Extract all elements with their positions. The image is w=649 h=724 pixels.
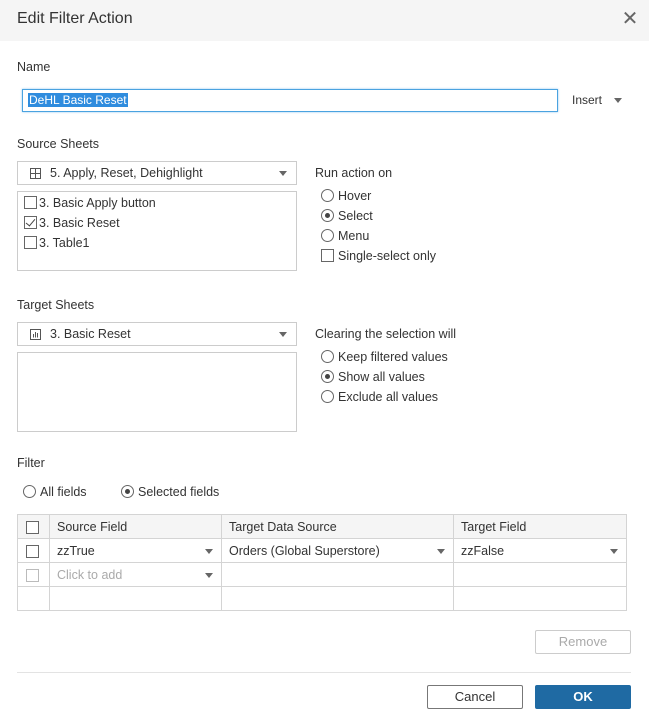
target-sheets-dropdown-value: 3. Basic Reset bbox=[50, 327, 131, 341]
chevron-down-icon bbox=[614, 98, 623, 104]
source-sheets-list: 3. Basic Apply button 3. Basic Reset 3. … bbox=[17, 191, 297, 271]
target-sheets-label: Target Sheets bbox=[17, 298, 95, 312]
remove-button[interactable]: Remove bbox=[535, 630, 631, 654]
radio-button[interactable] bbox=[321, 350, 334, 364]
table-header-row: Source Field Target Data Source Target F… bbox=[17, 514, 627, 539]
target-sheets-dropdown[interactable]: 3. Basic Reset bbox=[17, 322, 297, 346]
radio-button[interactable] bbox=[321, 390, 334, 404]
radio-button-selected[interactable] bbox=[121, 485, 134, 499]
radio-show-all-values[interactable]: Show all values bbox=[321, 369, 425, 384]
row-checkbox[interactable] bbox=[26, 544, 39, 558]
source-sheet-item[interactable]: 3. Basic Reset bbox=[24, 215, 120, 230]
name-input-value: DeHL Basic Reset bbox=[28, 93, 128, 107]
radio-exclude-all-values[interactable]: Exclude all values bbox=[321, 389, 438, 404]
clearing-selection-label: Clearing the selection will bbox=[315, 327, 457, 341]
radio-select[interactable]: Select bbox=[321, 208, 373, 223]
column-header-target-data-source: Target Data Source bbox=[221, 514, 454, 539]
radio-all-fields[interactable]: All fields bbox=[23, 484, 87, 499]
empty-cell bbox=[453, 562, 627, 587]
column-header-target-field: Target Field bbox=[453, 514, 627, 539]
select-all-checkbox[interactable] bbox=[26, 520, 39, 534]
dialog-title-bar: Edit Filter Action ✕ bbox=[0, 0, 649, 41]
radio-selected-fields[interactable]: Selected fields bbox=[121, 484, 219, 499]
bar-chart-icon bbox=[30, 329, 41, 340]
close-icon[interactable]: ✕ bbox=[621, 9, 639, 29]
radio-menu[interactable]: Menu bbox=[321, 228, 369, 243]
click-to-add-cell[interactable]: Click to add bbox=[49, 562, 222, 587]
table-row: zzTrue Orders (Global Superstore) zzFals… bbox=[17, 538, 627, 563]
empty-row bbox=[17, 586, 627, 611]
source-sheet-item[interactable]: 3. Basic Apply button bbox=[24, 195, 156, 210]
radio-button-selected[interactable] bbox=[321, 370, 334, 384]
insert-button[interactable]: Insert bbox=[572, 93, 623, 107]
source-sheets-label: Source Sheets bbox=[17, 137, 99, 151]
dialog-title: Edit Filter Action bbox=[17, 10, 133, 27]
cancel-button[interactable]: Cancel bbox=[427, 685, 523, 709]
chevron-down-icon bbox=[610, 549, 618, 554]
chevron-down-icon bbox=[279, 171, 287, 176]
row-checkbox-disabled bbox=[26, 568, 39, 582]
radio-keep-filtered-values[interactable]: Keep filtered values bbox=[321, 349, 448, 364]
radio-button[interactable] bbox=[23, 485, 36, 499]
checkbox-checked[interactable] bbox=[24, 216, 37, 230]
single-select-only-checkbox[interactable]: Single-select only bbox=[321, 248, 436, 263]
source-sheets-dropdown-value: 5. Apply, Reset, Dehighlight bbox=[50, 166, 203, 180]
target-sheets-list bbox=[17, 352, 297, 432]
target-data-source-cell[interactable]: Orders (Global Superstore) bbox=[221, 538, 454, 563]
run-action-on-label: Run action on bbox=[315, 166, 393, 180]
empty-cell bbox=[221, 562, 454, 587]
radio-hover[interactable]: Hover bbox=[321, 188, 371, 203]
name-label: Name bbox=[17, 60, 51, 74]
source-sheets-dropdown[interactable]: 5. Apply, Reset, Dehighlight bbox=[17, 161, 297, 185]
source-field-cell[interactable]: zzTrue bbox=[49, 538, 222, 563]
chevron-down-icon bbox=[437, 549, 445, 554]
empty-cell bbox=[221, 586, 454, 611]
source-sheet-item[interactable]: 3. Table1 bbox=[24, 235, 90, 250]
radio-button[interactable] bbox=[321, 189, 334, 203]
add-row: Click to add bbox=[17, 562, 627, 587]
target-field-cell[interactable]: zzFalse bbox=[453, 538, 627, 563]
chevron-down-icon bbox=[279, 332, 287, 337]
radio-button-selected[interactable] bbox=[321, 209, 334, 223]
filter-label: Filter bbox=[17, 456, 45, 470]
empty-cell bbox=[453, 586, 627, 611]
row-select-cell bbox=[17, 562, 50, 587]
column-header-source-field: Source Field bbox=[49, 514, 222, 539]
insert-label: Insert bbox=[572, 93, 603, 107]
select-all-cell bbox=[17, 514, 50, 539]
checkbox[interactable] bbox=[24, 236, 37, 250]
chevron-down-icon bbox=[205, 573, 213, 578]
field-mapping-table: Source Field Target Data Source Target F… bbox=[17, 514, 627, 611]
dashboard-icon bbox=[30, 168, 41, 179]
radio-button[interactable] bbox=[321, 229, 334, 243]
ok-button[interactable]: OK bbox=[535, 685, 631, 709]
checkbox[interactable] bbox=[321, 249, 334, 263]
divider bbox=[17, 672, 631, 673]
chevron-down-icon bbox=[205, 549, 213, 554]
checkbox[interactable] bbox=[24, 196, 37, 210]
name-input[interactable]: DeHL Basic Reset bbox=[22, 89, 558, 112]
row-select-cell bbox=[17, 538, 50, 563]
empty-cell bbox=[17, 586, 50, 611]
empty-cell bbox=[49, 586, 222, 611]
